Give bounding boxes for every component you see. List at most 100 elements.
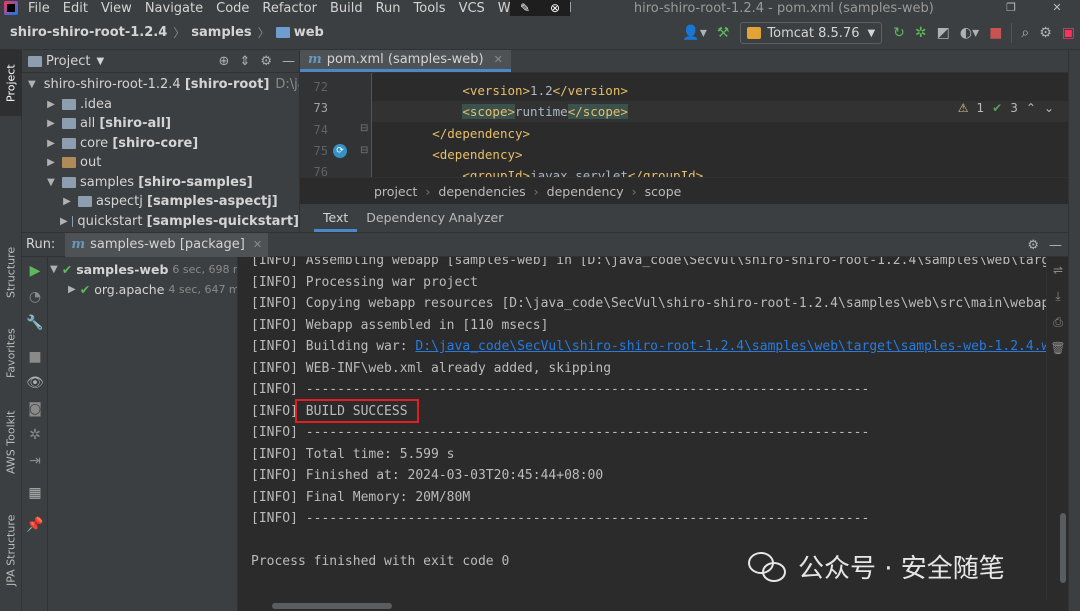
console-hscrollbar[interactable] [238,600,1046,611]
expand-right-icon[interactable]: ▶ [44,118,58,129]
build-hammer-icon[interactable]: ⚒ [717,25,730,41]
menu-build[interactable]: Build [330,1,363,16]
chevron-down-icon[interactable]: ⌄ [1044,101,1054,115]
target-icon[interactable]: ⊕ [219,54,230,69]
eye-icon[interactable]: 👁 [22,375,48,391]
stop-icon[interactable]: ◔ [22,289,48,305]
pin-icon[interactable]: ✎ [520,1,530,15]
run-config-selector[interactable]: Tomcat 8.5.76 ▼ [740,22,883,44]
nav-crumb-samples[interactable]: samples [191,25,251,40]
breadcrumb-dependencies[interactable]: dependencies [438,184,525,199]
console-line: [INFO] Finished at: 2024-03-03T20:45:44+… [251,468,604,483]
menu-run[interactable]: Run [376,1,401,16]
editor-tab-label: pom.xml (samples-web) [326,51,484,67]
expand-down-icon[interactable]: ▼ [28,79,36,90]
menu-code[interactable]: Code [216,1,249,16]
tool-tab-jpa-structure[interactable]: JPA Structure [0,500,22,600]
menu-navigate[interactable]: Navigate [145,1,203,16]
tree-item-quickstart[interactable]: ▶ quickstart [samples-quickstart] [22,212,299,232]
gear-icon[interactable]: ⚙ [260,54,272,69]
scroll-to-end-icon[interactable]: ⤓ [1047,289,1069,304]
ide-logo-icon[interactable]: ▣ [1062,25,1075,41]
print-icon[interactable]: ⎙ [1047,315,1069,330]
gear-icon[interactable]: ⚙ [1027,238,1039,253]
tree-item-out[interactable]: ▶ out [22,153,299,173]
project-view-selector[interactable]: Project [46,54,90,69]
tab-dependency-analyzer[interactable]: Dependency Analyzer [357,204,512,232]
scroll-thumb[interactable] [272,603,392,609]
layout-icon[interactable]: ▦ [22,485,48,501]
tree-item-aspectj[interactable]: ▶ aspectj [samples-aspectj] [22,192,299,212]
fold-icon[interactable]: ⊟ [360,123,368,134]
stop-icon[interactable]: ■ [989,25,1002,41]
war-file-link[interactable]: D:\java_code\SecVul\shiro-shiro-root-1.2… [415,339,1046,354]
tab-text[interactable]: Text [314,204,358,232]
breadcrumb-scope[interactable]: scope [645,184,682,199]
menu-refactor[interactable]: Refactor [262,1,317,16]
debug-icon[interactable]: ✲ [22,427,48,443]
menu-edit[interactable]: Edit [63,1,88,16]
expand-right-icon[interactable]: ▶ [60,196,74,207]
nav-crumb-web[interactable]: web [275,25,324,40]
code-line-74: </dependency> [372,123,530,144]
tree-item-all[interactable]: ▶ all [shiro-all] [22,114,299,134]
debug-bug-icon[interactable]: ✲ [915,25,927,41]
tool-tab-project[interactable]: Project [0,50,22,116]
code-area[interactable]: 72 73 74 75 76 ⟳ ⊟ ⊟ <version>1.2</versi… [300,73,1068,183]
tool-tab-favorites[interactable]: Favorites [0,320,22,386]
wrench-icon[interactable]: 🔧 [22,315,48,331]
user-icon[interactable]: 👤▾ [682,25,706,41]
close-icon[interactable]: ✕ [494,53,503,66]
hide-icon[interactable]: — [1049,238,1062,253]
tree-item-core[interactable]: ▶ core [shiro-core] [22,134,299,154]
fold-icon[interactable]: ⊟ [360,145,368,156]
expand-right-icon[interactable]: ▶ [44,157,58,168]
rerun-icon[interactable]: ↻ [893,25,905,41]
trash-icon[interactable]: 🗑 [1047,341,1069,355]
rerun-icon[interactable]: ▶ [22,263,48,279]
expand-right-icon[interactable]: ▶ [68,284,76,295]
tool-tab-aws-toolkit[interactable]: AWS Toolkit [0,400,22,484]
expand-down-icon[interactable]: ▼ [44,177,58,188]
expand-right-icon[interactable]: ▶ [60,216,68,227]
breadcrumb-project[interactable]: project [374,184,417,199]
breadcrumb-dependency[interactable]: dependency [547,184,624,199]
pin-icon[interactable]: 📌 [22,517,48,533]
menu-tools[interactable]: Tools [414,1,446,16]
run-tree-row[interactable]: ▼ ✔ samples-web 6 sec, 698 ms [48,259,237,279]
gear-icon[interactable]: ⚙ [1039,25,1052,41]
run-tree-row[interactable]: ▶ ✔ org.apache 4 sec, 647 ms [48,279,237,299]
tree-item-root[interactable]: ▼ shiro-shiro-root-1.2.4 [shiro-root] D:\… [22,75,299,95]
collapse-all-icon[interactable]: ⇕ [239,54,250,69]
menu-view[interactable]: View [101,1,132,16]
tree-item-idea[interactable]: ▶ .idea [22,95,299,115]
tree-item-samples[interactable]: ▼ samples [shiro-samples] [22,173,299,193]
chevron-up-icon[interactable]: ⌃ [1026,101,1036,115]
search-icon[interactable]: ⌕ [1021,25,1029,41]
nav-crumb-root[interactable]: shiro-shiro-root-1.2.4 [10,25,167,40]
menu-vcs[interactable]: VCS [459,1,485,16]
expand-right-icon[interactable]: ▶ [44,138,58,149]
tool-tab-structure[interactable]: Structure [0,240,22,304]
hide-icon[interactable]: — [282,54,295,69]
editor-tab-pom[interactable]: m pom.xml (samples-web) ✕ [300,50,511,72]
camera-icon[interactable]: ◙ [22,401,48,417]
console-scrollbar[interactable] [1060,513,1066,583]
close-icon[interactable]: ✕ [253,238,262,251]
chevron-down-icon[interactable]: ▼ [96,56,104,67]
run-tab-samples-web[interactable]: m samples-web [package] ✕ [65,232,269,257]
stop-square-icon[interactable]: ■ [22,349,48,365]
close-circle-icon[interactable]: ⊗ [550,1,560,15]
expand-right-icon[interactable]: ▶ [44,99,58,110]
inspection-widget[interactable]: ⚠ 1 ✔ 3 ⌃ ⌄ [958,101,1054,115]
menu-file[interactable]: File [28,1,50,16]
run-gutter-icon[interactable]: ⟳ [333,144,347,158]
profile-icon[interactable]: ◐▾ [960,25,979,41]
coverage-icon[interactable]: ◩ [937,25,950,41]
restore-window-icon[interactable]: ❐ [988,0,1034,16]
wrap-icon[interactable]: ⇌ [1047,263,1069,277]
exit-icon[interactable]: ⇥ [22,453,48,469]
expand-down-icon[interactable]: ▼ [50,264,58,275]
close-window-icon[interactable]: ✕ [1034,0,1080,16]
